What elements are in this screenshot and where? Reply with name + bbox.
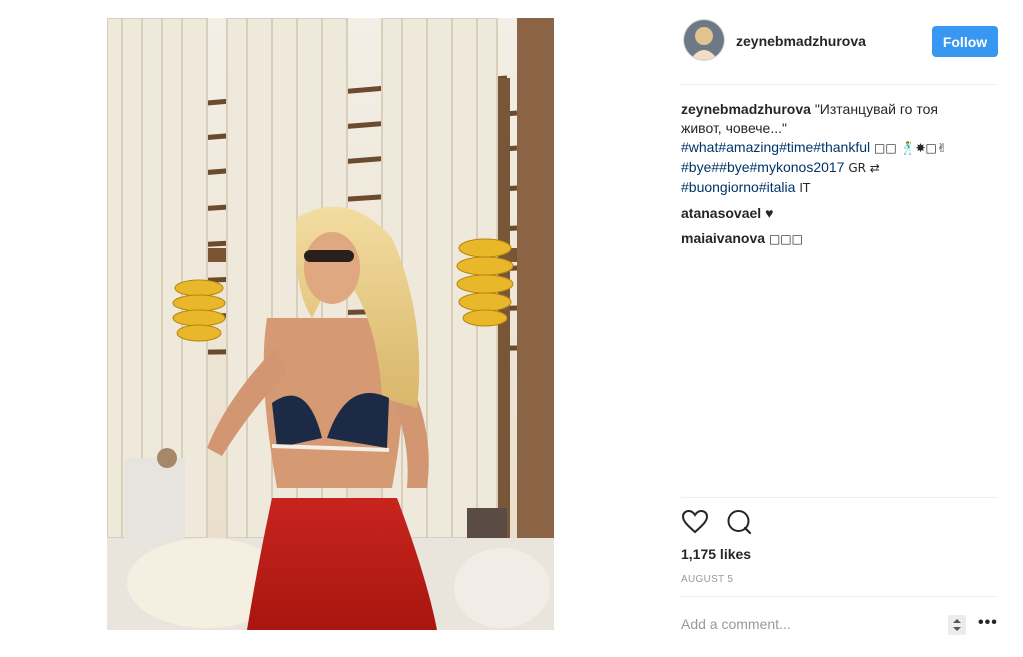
post-header: zeynebmadzhurova Follow [681, 16, 998, 68]
comment-text: □□□ [768, 232, 803, 246]
comment-username[interactable]: maiaivanova [681, 230, 765, 246]
post-sidebar: zeynebmadzhurova Follow zeynebmadzhurova… [681, 0, 998, 657]
emoji-group: □□ 🕺✸□✌ [874, 141, 947, 155]
post-photo[interactable] [107, 18, 554, 630]
hashtag-link[interactable]: #italia [759, 179, 796, 195]
avatar[interactable] [683, 19, 725, 61]
more-options-icon[interactable]: ••• [978, 614, 998, 632]
hashtag-link[interactable]: #bye [681, 159, 711, 175]
hashtag-link[interactable]: #mykonos2017 [750, 159, 845, 175]
hashtag-row-1: #what#amazing#time#thankful [681, 139, 874, 155]
caption-text-line1: "Изтанцувай го тоя [814, 101, 938, 117]
avatar-image [684, 20, 724, 60]
caption: zeynebmadzhurova "Изтанцувай го тоя живо… [681, 100, 998, 198]
divider-actions [681, 497, 998, 498]
hashtag-row-2: #bye##bye#mykonos2017 [681, 159, 848, 175]
hashtag-link[interactable]: #buongiorno [681, 179, 759, 195]
comment-bubble-icon[interactable] [725, 508, 753, 536]
photo-illustration [107, 18, 554, 630]
add-comment-input[interactable]: Add a comment... [681, 616, 791, 632]
comments-section: zeynebmadzhurova "Изтанцувай го тоя живо… [681, 100, 998, 255]
scroll-stepper[interactable] [948, 615, 966, 635]
hashtag-link[interactable]: #what [681, 139, 718, 155]
emoji-group: GR ⇄ [848, 161, 880, 175]
hashtag-row-3: #buongiorno#italia [681, 179, 799, 195]
hashtag-link[interactable]: #bye [719, 159, 749, 175]
photo-panel [0, 0, 660, 657]
hashtag-link[interactable]: #amazing [718, 139, 779, 155]
comment-text: ♥ [765, 205, 774, 221]
hashtag-link[interactable]: #thankful [813, 139, 870, 155]
action-bar [681, 508, 998, 538]
post-date: AUGUST 5 [681, 574, 734, 585]
post-username[interactable]: zeynebmadzhurova [736, 33, 866, 49]
caption-text-line2: живот, човече..." [681, 120, 787, 136]
chevron-updown-icon [953, 619, 961, 631]
heart-icon[interactable] [681, 508, 709, 536]
caption-username[interactable]: zeynebmadzhurova [681, 101, 811, 117]
likes-count[interactable]: 1,175 likes [681, 546, 751, 562]
emoji-group: IT [799, 181, 811, 195]
comment-username[interactable]: atanasovael [681, 205, 761, 221]
divider-top [681, 84, 998, 85]
hashtag-link[interactable]: # [711, 159, 719, 175]
follow-button[interactable]: Follow [932, 26, 998, 57]
comment: maiaivanova □□□ [681, 229, 998, 249]
comment: atanasovael ♥ [681, 204, 998, 223]
divider-comment [681, 596, 998, 597]
hashtag-link[interactable]: #time [779, 139, 813, 155]
